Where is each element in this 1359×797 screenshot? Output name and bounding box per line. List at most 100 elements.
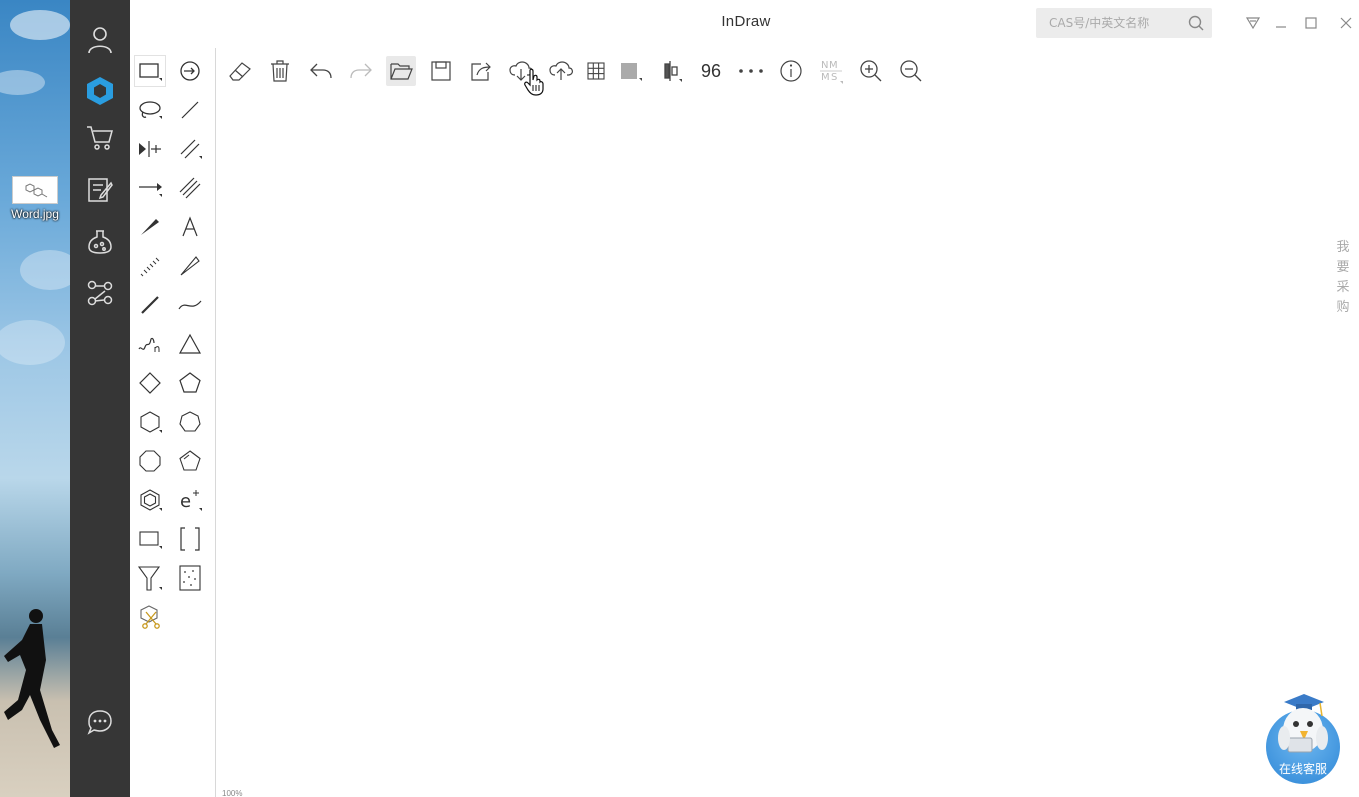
electron-charge-tool-icon[interactable]: e: [175, 485, 205, 515]
dropdown-menu-icon[interactable]: [1243, 13, 1263, 33]
benzene-ring-tool-icon[interactable]: [135, 485, 165, 515]
zoom-in-icon: [860, 60, 882, 82]
minimize-icon[interactable]: [1271, 13, 1291, 33]
hexagon-ring-tool-icon[interactable]: [135, 407, 165, 437]
cloud-upload-icon: [549, 61, 573, 80]
hollow-wedge-tool-icon[interactable]: [175, 251, 205, 281]
molecule-network-icon[interactable]: [84, 277, 116, 309]
particle-box-tool-icon[interactable]: [175, 563, 205, 593]
zoom-in-button[interactable]: [856, 56, 886, 86]
svg-text:e: e: [180, 491, 191, 512]
mirror-flip-tool-icon[interactable]: [135, 134, 165, 164]
bracket-tool-icon[interactable]: [175, 524, 205, 554]
chat-icon[interactable]: [84, 706, 116, 738]
font-size-value: 96: [700, 60, 722, 81]
desktop-file-icon[interactable]: Word.jpg: [6, 176, 64, 221]
scissors-cut-tool-icon[interactable]: [135, 602, 165, 632]
purchase-char: 购: [1336, 300, 1350, 315]
svg-text:M: M: [829, 60, 838, 71]
wedge-bond-tool-icon[interactable]: [135, 212, 165, 242]
search-icon[interactable]: [1188, 15, 1204, 36]
online-service-widget[interactable]: 在线客服: [1264, 694, 1342, 788]
funnel-glassware-tool-icon[interactable]: [135, 563, 165, 593]
trash-icon: [271, 60, 289, 82]
zoom-out-button[interactable]: [896, 56, 926, 86]
export-button[interactable]: [466, 56, 496, 86]
shopping-cart-icon[interactable]: [84, 122, 116, 154]
pentagon-ring-tool-icon[interactable]: [175, 368, 205, 398]
open-file-button[interactable]: [386, 56, 416, 86]
font-size-button[interactable]: 96: [696, 56, 726, 86]
eagle-mascot-icon: [1278, 694, 1328, 753]
eraser-icon: [229, 62, 251, 81]
more-options-button[interactable]: [736, 56, 766, 86]
diamond-ring-tool-icon[interactable]: [135, 368, 165, 398]
desktop-background: Word.jpg: [0, 0, 70, 797]
text-tool-icon[interactable]: [175, 212, 205, 242]
svg-text:S: S: [831, 72, 837, 83]
share-export-icon: [471, 62, 491, 81]
shape-rectangle-tool-icon[interactable]: [135, 524, 165, 554]
cloud-download-icon: [509, 61, 533, 81]
flask-icon[interactable]: [84, 226, 116, 258]
undo-icon: [310, 63, 332, 79]
double-bond-tool-icon[interactable]: [175, 134, 205, 164]
close-icon[interactable]: [1336, 13, 1356, 33]
nmr-ms-icon: N MM S: [820, 60, 843, 84]
file-thumbnail-icon: [12, 176, 58, 204]
arrow-tool-icon[interactable]: [135, 173, 165, 203]
save-button[interactable]: [426, 56, 456, 86]
grid-button[interactable]: [581, 56, 611, 86]
purchase-side-tab[interactable]: 我 要 采 购: [1332, 238, 1354, 318]
svg-text:M: M: [821, 72, 830, 83]
delete-button[interactable]: [265, 56, 295, 86]
drawing-canvas[interactable]: [217, 90, 1359, 797]
search-input[interactable]: [1036, 8, 1182, 38]
title-bar: InDraw: [130, 0, 1359, 44]
indraw-logo-icon[interactable]: [84, 75, 116, 107]
color-swatch-icon: [621, 63, 642, 81]
bold-bond-tool-icon[interactable]: [135, 290, 165, 320]
cyclopentadiene-tool-icon[interactable]: [175, 446, 205, 476]
zoom-out-icon: [900, 60, 922, 82]
eraser-button[interactable]: [225, 56, 255, 86]
search-box: [1036, 8, 1212, 38]
curve-tool-icon[interactable]: [175, 290, 205, 320]
ellipsis-icon: [739, 69, 763, 73]
purchase-char: 采: [1336, 280, 1350, 295]
wavy-bond-tool-icon[interactable]: [135, 329, 165, 359]
desktop-file-name: Word.jpg: [11, 207, 59, 221]
cloud-download-button[interactable]: [506, 56, 536, 86]
user-icon[interactable]: [84, 24, 116, 56]
purchase-char: 我: [1336, 240, 1350, 255]
info-icon: [780, 60, 802, 82]
nmr-ms-button[interactable]: NMMS: [816, 56, 846, 86]
align-center-icon: [664, 61, 682, 82]
app-title: InDraw: [721, 13, 771, 30]
info-button[interactable]: [776, 56, 806, 86]
lasso-select-tool-icon[interactable]: [135, 95, 165, 125]
heptagon-ring-tool-icon[interactable]: [175, 407, 205, 437]
redo-button[interactable]: [346, 56, 376, 86]
purchase-char: 要: [1336, 260, 1350, 275]
save-icon: [431, 61, 451, 81]
indraw-app-window: InDraw CAS号/中英文名称 e 96 N M M S 100% 我 要 …: [130, 0, 1359, 797]
notes-icon[interactable]: [84, 174, 116, 206]
rectangle-select-tool-icon[interactable]: [135, 56, 165, 86]
triple-bond-tool-icon[interactable]: [175, 173, 205, 203]
undo-button[interactable]: [306, 56, 336, 86]
single-bond-tool-icon[interactable]: [175, 95, 205, 125]
tool-palette: e: [130, 48, 216, 797]
fill-color-button[interactable]: [616, 56, 646, 86]
cloud-upload-button[interactable]: [546, 56, 576, 86]
maximize-icon[interactable]: [1301, 13, 1321, 33]
grid-icon: [587, 62, 605, 80]
rotate-tool-icon[interactable]: [175, 56, 205, 86]
align-button[interactable]: [656, 56, 686, 86]
triangle-ring-tool-icon[interactable]: [175, 329, 205, 359]
hashed-wedge-tool-icon[interactable]: [135, 251, 165, 281]
svg-text:N: N: [821, 60, 828, 71]
side-navigation: [70, 0, 130, 797]
octagon-ring-tool-icon[interactable]: [135, 446, 165, 476]
redo-icon: [350, 63, 372, 79]
